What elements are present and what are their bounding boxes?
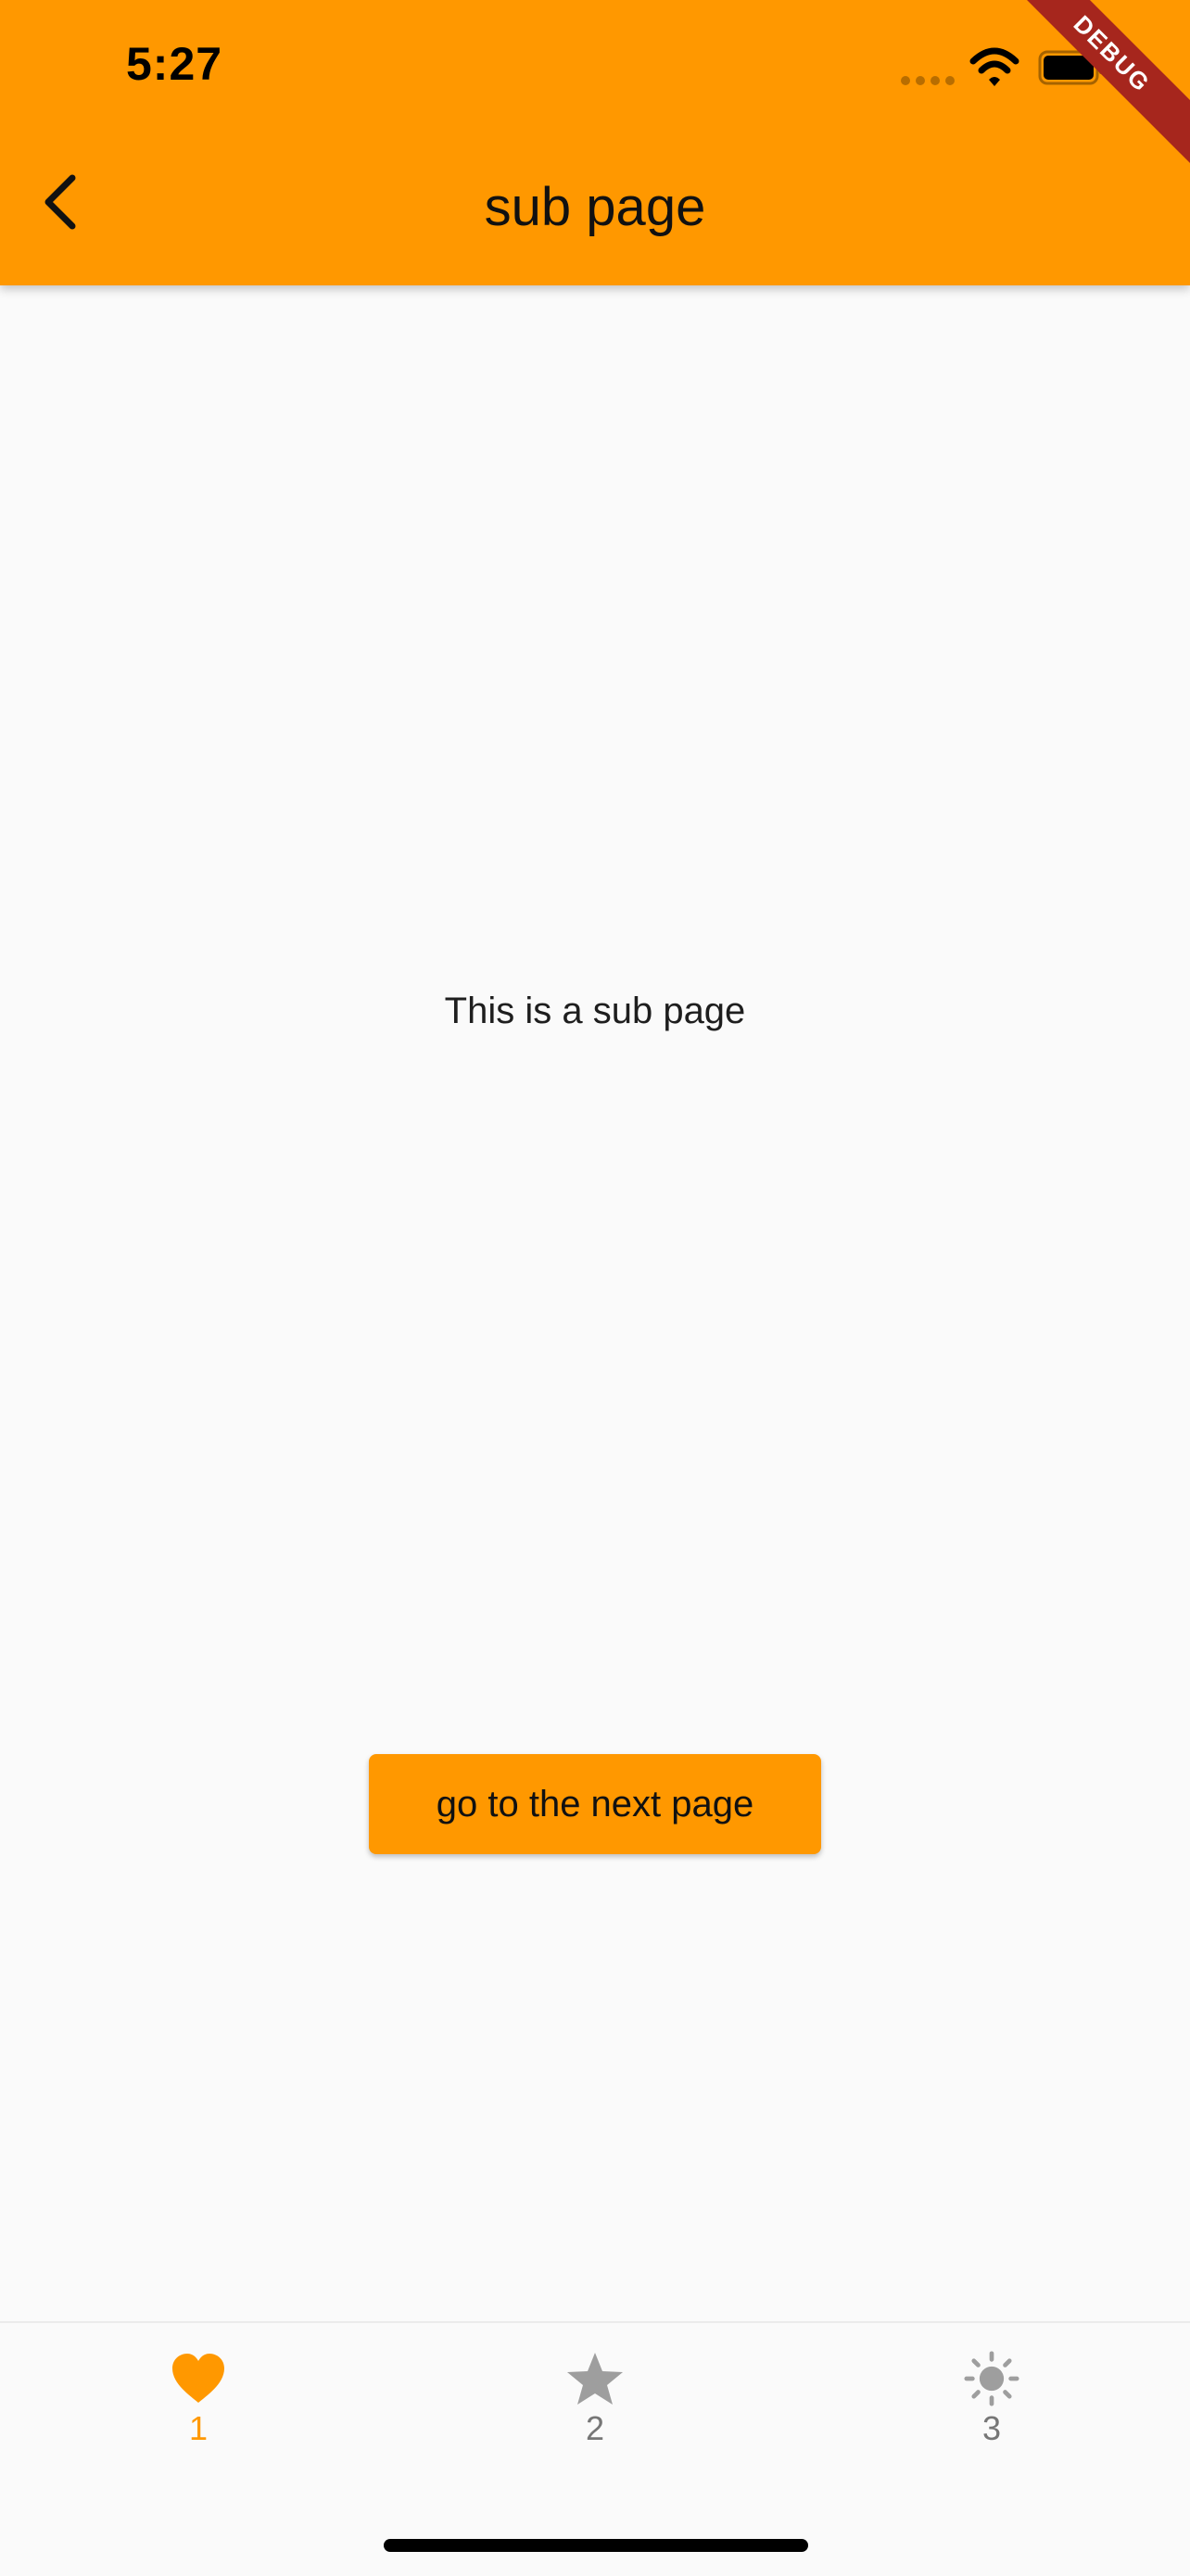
sun-icon [964, 2351, 1019, 2406]
wifi-icon [969, 47, 1019, 86]
nav-item-3[interactable]: 3 [793, 2351, 1190, 2490]
nav-item-2[interactable]: 2 [397, 2351, 793, 2490]
back-button[interactable] [26, 167, 96, 237]
nav-label-3: 3 [981, 2409, 1002, 2447]
chevron-left-icon [44, 174, 76, 230]
heart-icon [172, 2354, 224, 2403]
body-text: This is a sub page [444, 991, 746, 1031]
star-icon [567, 2353, 623, 2405]
home-indicator[interactable] [384, 2539, 808, 2552]
nav-label-2: 2 [585, 2409, 605, 2447]
nav-label-1: 1 [188, 2409, 209, 2447]
app-bar: 5:27 DEBUG sub page [0, 0, 1190, 285]
bottom-navigation-bar: 1 2 3 [0, 2321, 1190, 2576]
nav-item-1[interactable]: 1 [0, 2351, 397, 2490]
cellular-signal-icon [901, 76, 956, 85]
page-title: sub page [484, 177, 706, 237]
status-time: 5:27 [126, 38, 223, 90]
go-to-next-page-button[interactable]: go to the next page [369, 1754, 821, 1854]
